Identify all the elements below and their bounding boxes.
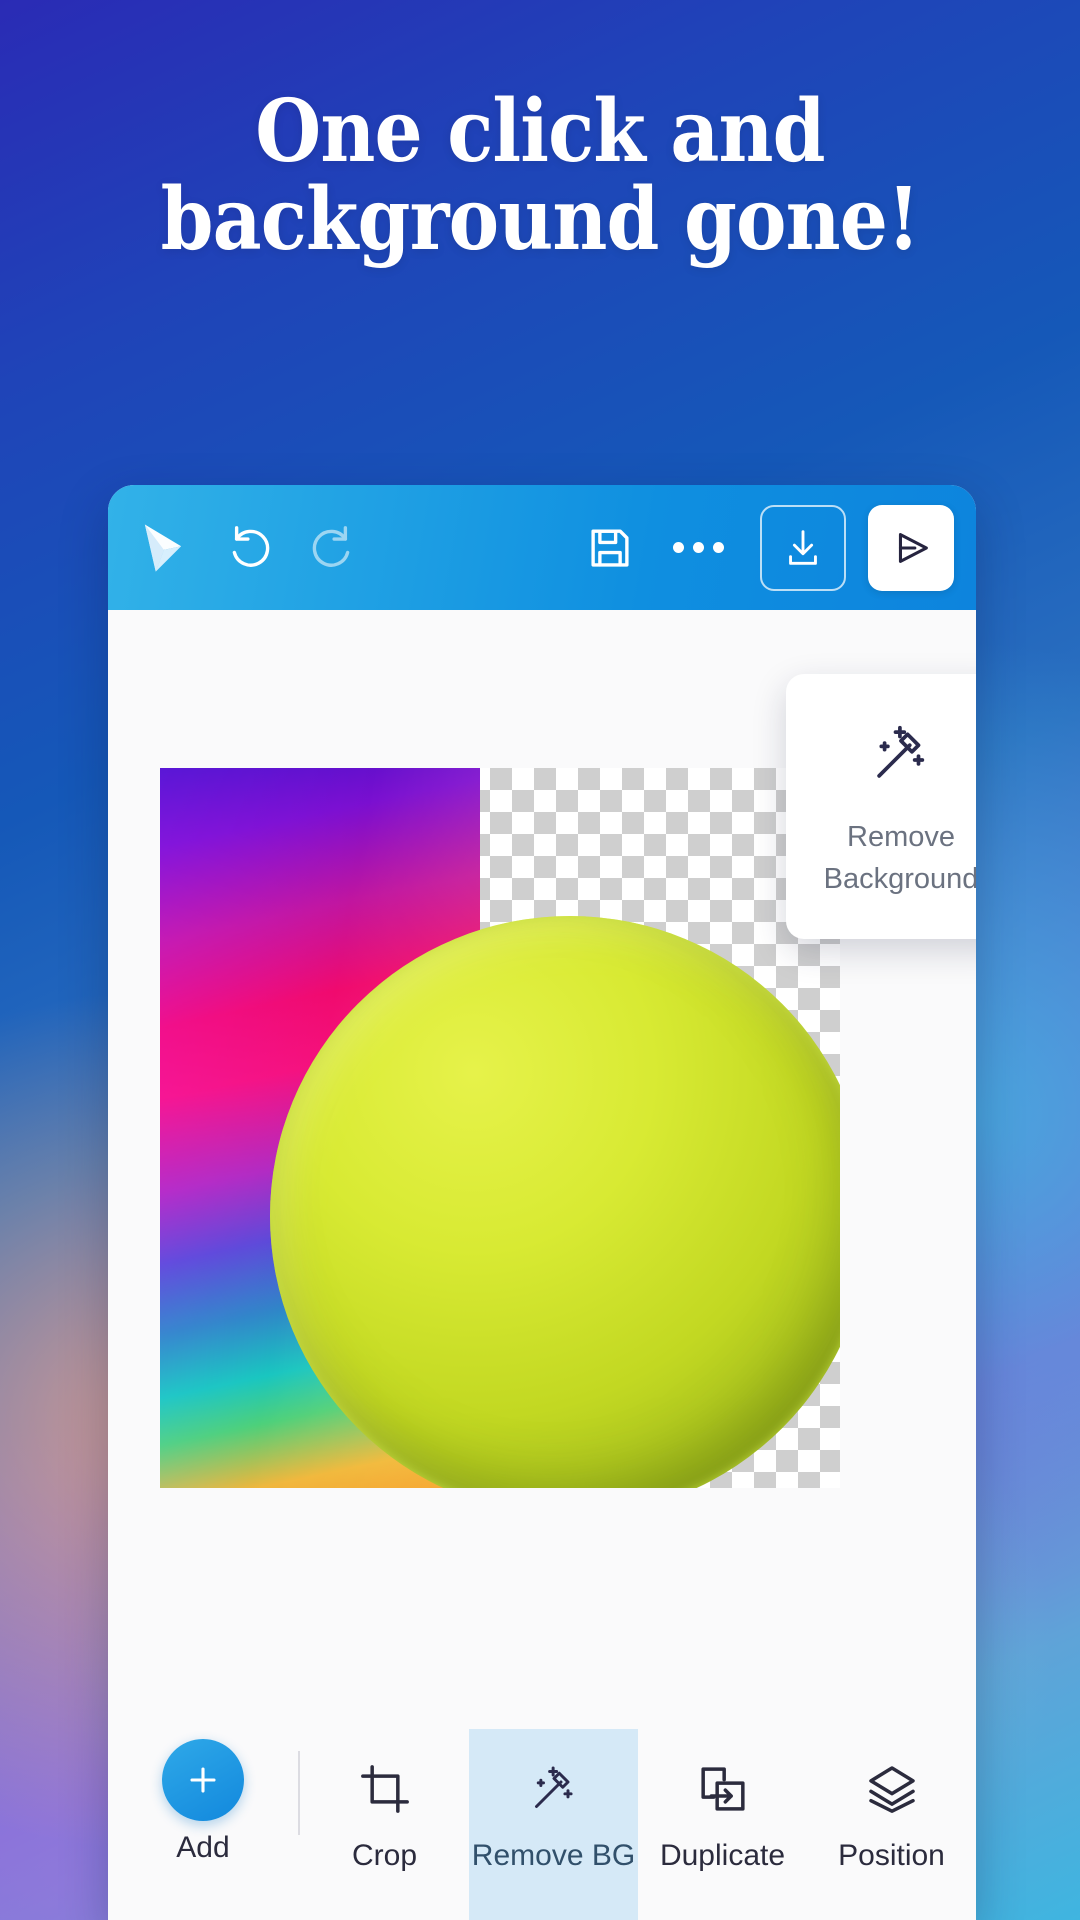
ball-seam-top [389,916,840,1314]
download-button[interactable] [760,504,846,591]
redo-icon[interactable] [306,521,360,575]
promo-screen: One click and background gone! Remove Ba… [0,0,1080,1920]
tool-remove-bg-label: Remove BG [471,1839,636,1872]
tool-crop[interactable]: Crop [300,1729,469,1920]
remove-background-tooltip[interactable]: Remove Background [786,674,976,939]
magic-wand-icon [866,719,936,816]
add-button[interactable]: Add [108,1729,298,1865]
send-button[interactable] [868,504,954,591]
tooltip-line-1: Remove [847,820,955,853]
ball-seam-bottom [270,1166,671,1488]
more-dots-icon[interactable] [659,542,738,553]
page-title: One click and background gone! [65,88,1015,263]
tool-position[interactable]: Position [807,1729,976,1920]
add-label: Add [176,1831,230,1864]
undo-icon[interactable] [222,521,276,575]
editor-canvas[interactable]: Remove Background [108,610,976,1729]
top-toolbar [108,485,976,610]
plus-icon [162,1739,244,1821]
crop-icon [357,1761,413,1817]
magic-wand-icon [526,1761,582,1817]
tool-position-label: Position [838,1839,945,1872]
app-window: Remove Background Add Crop Remove BG Dup… [108,485,976,1920]
tennis-ball-subject [270,916,840,1488]
app-logo-icon[interactable] [134,519,192,577]
tool-duplicate[interactable]: Duplicate [638,1729,807,1920]
tool-crop-label: Crop [351,1839,418,1872]
save-floppy-icon[interactable] [583,521,637,575]
edited-image[interactable] [160,768,840,1488]
headline-line-1: One click and [255,81,825,182]
layers-icon [864,1761,920,1817]
duplicate-icon [695,1761,751,1817]
tool-duplicate-label: Duplicate [659,1839,786,1872]
headline-line-2: background gone! [160,168,921,270]
tool-remove-bg[interactable]: Remove BG [469,1729,638,1920]
bottom-toolbar: Add Crop Remove BG Duplicate Position [108,1729,976,1920]
tooltip-line-2: Background [823,863,976,895]
